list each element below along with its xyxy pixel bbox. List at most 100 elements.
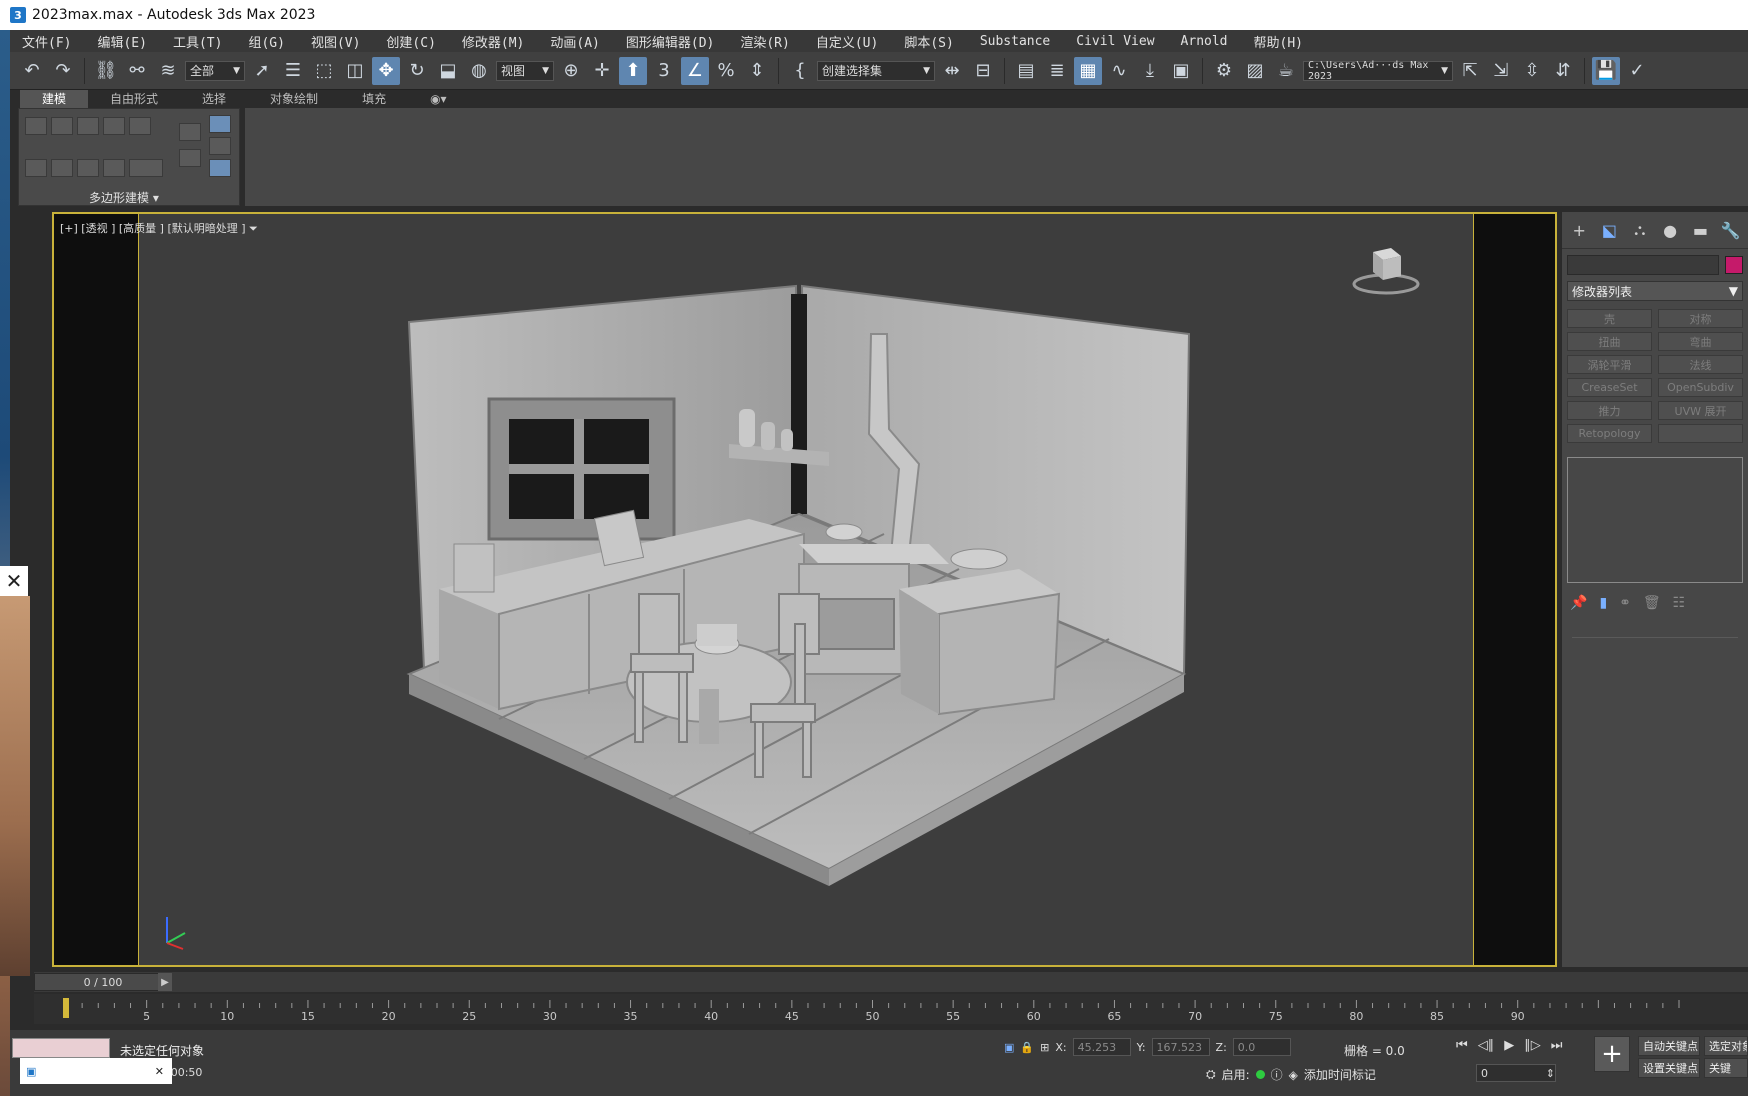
next-frame-icon[interactable]: ∥▷ bbox=[1524, 1038, 1541, 1053]
set-key-plus-icon[interactable]: + bbox=[1594, 1036, 1630, 1072]
material-editor-icon[interactable]: ▣ bbox=[1167, 57, 1195, 85]
select-and-move-icon[interactable]: ✥ bbox=[372, 56, 400, 85]
maxscript-mini-listener[interactable] bbox=[12, 1038, 110, 1058]
ribbon-tool-button[interactable] bbox=[103, 159, 125, 177]
menu-modifiers[interactable]: 修改器(M) bbox=[450, 32, 538, 51]
time-slider-thumb[interactable]: 0 / 100 bbox=[34, 973, 172, 991]
tab-freeform[interactable]: 自由形式 bbox=[88, 90, 180, 108]
absolute-mode-icon[interactable]: ⊞ bbox=[1040, 1041, 1049, 1054]
menu-file[interactable]: 文件(F) bbox=[10, 32, 85, 51]
ribbon-toggle-icon[interactable]: ▦ bbox=[1074, 56, 1102, 85]
key-filters-button[interactable]: 关键 bbox=[1704, 1058, 1748, 1078]
rendered-frame-window-icon[interactable]: ▨ bbox=[1241, 57, 1269, 85]
project-folder-dropdown[interactable]: C:\Users\Ad···ds Max 2023 ▼ bbox=[1303, 60, 1453, 82]
viewport-label[interactable]: [+] [透视 ] [高质量 ] [默认明暗处理 ] ⏷ bbox=[60, 220, 258, 236]
time-slider[interactable]: 0 / 100 ▶ bbox=[34, 972, 1748, 992]
link-icon[interactable]: ⛓ bbox=[92, 57, 120, 85]
selection-filter-dropdown[interactable]: 全部 ▼ bbox=[185, 60, 245, 81]
angle-snap-icon[interactable]: ∠ bbox=[681, 56, 709, 85]
align-icon[interactable]: ⊟ bbox=[969, 57, 997, 85]
info-icon[interactable]: ⓘ bbox=[1271, 1066, 1283, 1083]
selected-objects-dropdown[interactable]: 选定对象 bbox=[1704, 1036, 1748, 1056]
snaps-toggle-icon[interactable]: 3 bbox=[650, 57, 678, 85]
perspective-viewport[interactable]: [+] [透视 ] [高质量 ] [默认明暗处理 ] ⏷ bbox=[52, 212, 1557, 967]
window-crossing-icon[interactable]: ◫ bbox=[341, 57, 369, 85]
ribbon-tool-button[interactable] bbox=[209, 159, 231, 177]
layer-explorer-icon[interactable]: ≣ bbox=[1043, 57, 1071, 85]
play-icon[interactable]: ▶ bbox=[1504, 1038, 1514, 1053]
menu-tools[interactable]: 工具(T) bbox=[161, 32, 236, 51]
percent-snap-icon[interactable]: % bbox=[712, 57, 740, 85]
select-object-icon[interactable]: ➚ bbox=[248, 57, 276, 85]
spinner-snap-icon[interactable]: ⇕ bbox=[743, 57, 771, 85]
menu-help[interactable]: 帮助(H) bbox=[1242, 32, 1317, 51]
auto-key-button[interactable]: 自动关键点 bbox=[1638, 1036, 1700, 1056]
object-color-swatch[interactable] bbox=[1725, 256, 1743, 274]
ribbon-tool-button[interactable] bbox=[25, 117, 47, 135]
modifier-bend-button[interactable]: 弯曲 bbox=[1658, 332, 1743, 351]
x-coordinate-field[interactable]: 45.253 bbox=[1072, 1038, 1131, 1056]
reference-coordinate-dropdown[interactable]: 视图 ▼ bbox=[496, 60, 554, 81]
trackbar[interactable]: 5 10 15 20 25 30 35 40 45 50 55 60 65 70 75 80 85 90 bbox=[34, 994, 1748, 1024]
import-icon[interactable]: ⇲ bbox=[1487, 57, 1515, 85]
modifier-uvw-unwrap-button[interactable]: UVW 展开 bbox=[1658, 401, 1743, 420]
modifier-normal-button[interactable]: 法线 bbox=[1658, 355, 1743, 374]
keyboard-shortcut-override-icon[interactable]: ⬆ bbox=[619, 56, 647, 85]
select-and-scale-icon[interactable]: ⬓ bbox=[434, 57, 462, 85]
modifier-push-button[interactable]: 推力 bbox=[1567, 401, 1652, 420]
menu-civil-view[interactable]: Civil View bbox=[1064, 34, 1168, 49]
open-file-icon[interactable]: ⇱ bbox=[1456, 57, 1484, 85]
add-time-tag-label[interactable]: 添加时间标记 bbox=[1304, 1066, 1376, 1083]
redo-icon[interactable]: ↷ bbox=[49, 57, 77, 85]
ribbon-panel-label[interactable]: 多边形建模 ▾ bbox=[89, 189, 159, 206]
viewcube-icon[interactable] bbox=[1351, 240, 1421, 296]
tab-populate[interactable]: 填充 bbox=[340, 90, 408, 108]
bind-space-warp-icon[interactable]: ≋ bbox=[154, 57, 182, 85]
object-name-field[interactable] bbox=[1567, 255, 1719, 275]
show-end-result-icon[interactable]: ▮ bbox=[1599, 595, 1607, 611]
menu-rendering[interactable]: 渲染(R) bbox=[728, 32, 803, 51]
ribbon-tool-button[interactable] bbox=[77, 117, 99, 135]
previous-frame-icon[interactable]: ◁∥ bbox=[1478, 1038, 1495, 1053]
hierarchy-tab-icon[interactable]: ⛬ bbox=[1629, 220, 1651, 240]
next-frame-arrow-icon[interactable]: ▶ bbox=[158, 973, 172, 991]
scene-explorer-icon[interactable]: ▤ bbox=[1012, 57, 1040, 85]
ribbon-tool-button[interactable] bbox=[179, 149, 201, 167]
ribbon-tool-button[interactable] bbox=[77, 159, 99, 177]
tab-modeling[interactable]: 建模 bbox=[20, 90, 89, 108]
ribbon-options-icon[interactable]: ◉▾ bbox=[408, 90, 469, 108]
mirror-icon[interactable]: ⇹ bbox=[938, 57, 966, 85]
y-coordinate-field[interactable]: 167.523 bbox=[1151, 1038, 1210, 1056]
select-and-rotate-icon[interactable]: ↻ bbox=[403, 57, 431, 85]
utilities-tab-wrench-icon[interactable]: 🔧 bbox=[1720, 220, 1742, 240]
modifier-empty-button[interactable] bbox=[1658, 424, 1743, 443]
schematic-view-icon[interactable]: ⤓ bbox=[1136, 57, 1164, 85]
adaptive-degradation-icon[interactable]: ⛭ bbox=[1206, 1067, 1216, 1082]
pivot-center-icon[interactable]: ⊕ bbox=[557, 57, 585, 85]
manipulate-icon[interactable]: ✛ bbox=[588, 57, 616, 85]
menu-graph-editors[interactable]: 图形编辑器(D) bbox=[614, 32, 728, 51]
modifier-twist-button[interactable]: 扭曲 bbox=[1567, 332, 1652, 351]
menu-substance[interactable]: Substance bbox=[968, 34, 1064, 49]
close-icon[interactable]: ✕ bbox=[155, 1065, 172, 1078]
tab-object-paint[interactable]: 对象绘制 bbox=[248, 90, 340, 108]
display-tab-icon[interactable]: ▬ bbox=[1689, 220, 1711, 240]
go-to-end-icon[interactable]: ⏭ bbox=[1551, 1038, 1563, 1053]
ribbon-tool-button[interactable] bbox=[129, 159, 163, 177]
named-selection-dropdown[interactable]: 创建选择集 ▼ bbox=[817, 60, 935, 81]
select-and-place-icon[interactable]: ◍ bbox=[465, 57, 493, 85]
pin-stack-icon[interactable]: 📌 bbox=[1570, 595, 1587, 611]
modifier-retopology-button[interactable]: Retopology bbox=[1567, 424, 1652, 443]
ribbon-tool-button[interactable] bbox=[209, 115, 231, 133]
modifier-symmetry-button[interactable]: 对称 bbox=[1658, 309, 1743, 328]
modifier-creaseset-button[interactable]: CreaseSet bbox=[1567, 378, 1652, 397]
collect-icon[interactable]: ⇵ bbox=[1549, 57, 1577, 85]
make-unique-icon[interactable]: ⚭ bbox=[1619, 595, 1631, 611]
current-frame-marker[interactable] bbox=[63, 998, 69, 1018]
modifier-shell-button[interactable]: 壳 bbox=[1567, 309, 1652, 328]
menu-arnold[interactable]: Arnold bbox=[1169, 34, 1242, 49]
menu-views[interactable]: 视图(V) bbox=[299, 32, 374, 51]
configure-modifier-sets-icon[interactable]: ☷ bbox=[1673, 595, 1686, 611]
ribbon-tool-button[interactable] bbox=[51, 159, 73, 177]
undo-icon[interactable]: ↶ bbox=[18, 57, 46, 85]
